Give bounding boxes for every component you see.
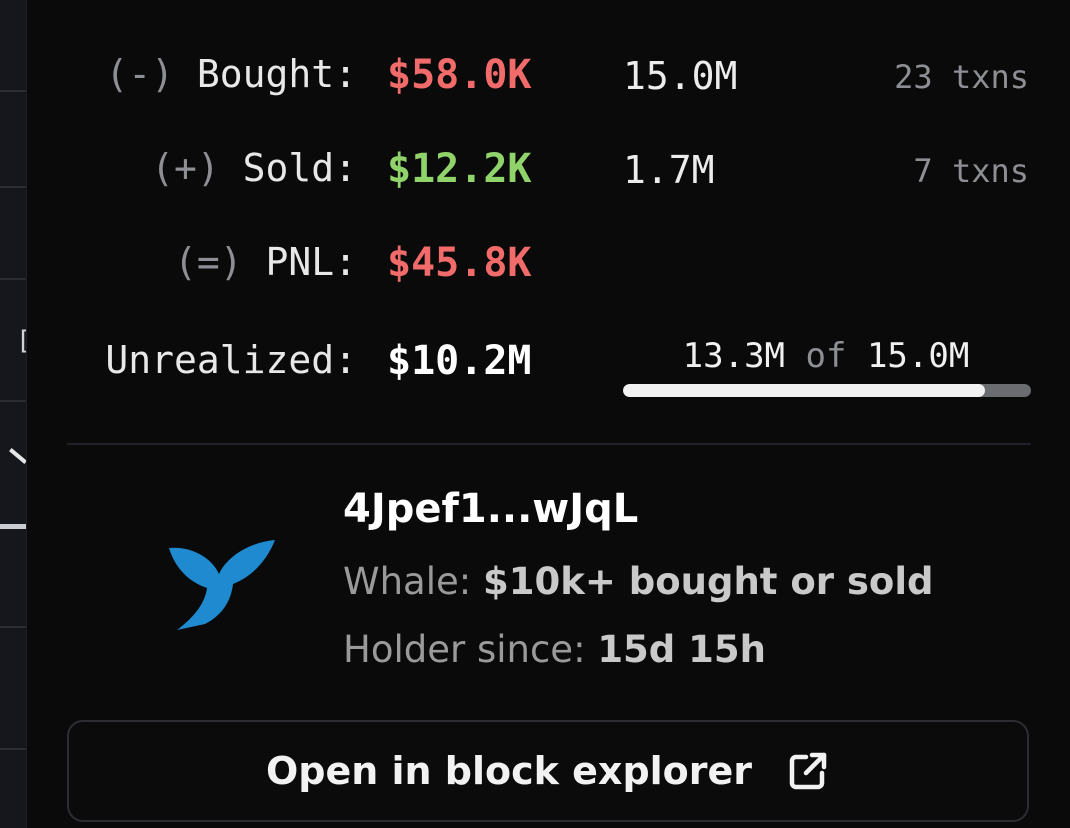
bought-label: (-) Bought: xyxy=(105,52,357,96)
bought-label-box: (-) Bought: xyxy=(27,52,357,112)
background-app-edge: [ xyxy=(0,0,32,828)
unrealized-amount: $10.2M xyxy=(387,338,532,384)
bg-divider xyxy=(0,400,26,402)
holder-since-label: Holder since: xyxy=(343,628,586,671)
holder-since-value: 15d 15h xyxy=(597,628,766,671)
open-block-explorer-label: Open in block explorer xyxy=(265,749,753,793)
pnl-row: (=) PNL: $45.8K xyxy=(27,240,1070,296)
pnl-label-box: (=) PNL: xyxy=(27,240,357,300)
bought-quantity: 15.0M xyxy=(623,54,738,98)
sold-txns: 7 txns xyxy=(913,152,1029,190)
holdings-held: 13.3M xyxy=(682,336,786,376)
sold-row: (+) Sold: $12.2K 1.7M 7 txns xyxy=(27,146,1070,202)
sold-label: (+) Sold: xyxy=(151,146,357,190)
bought-row: (-) Bought: $58.0K 15.0M 23 txns xyxy=(27,52,1070,108)
whale-tail-icon xyxy=(169,540,275,630)
bg-slash xyxy=(9,448,27,464)
pnl-amount: $45.8K xyxy=(387,240,532,286)
pnl-label: (=) PNL: xyxy=(173,240,357,284)
bg-bar xyxy=(0,524,26,529)
bg-divider xyxy=(0,626,26,628)
section-divider xyxy=(67,443,1031,445)
holder-type: Whale: $10k+ bought or sold xyxy=(343,560,934,603)
wallet-address[interactable]: 4Jpef1...wJqL xyxy=(343,486,638,532)
holdings-progress-bar xyxy=(623,384,1031,397)
holdings-total: 15.0M xyxy=(866,336,970,376)
bg-divider xyxy=(0,748,26,750)
sold-quantity: 1.7M xyxy=(623,148,715,192)
holder-type-label: Whale: xyxy=(343,560,472,603)
holdings-of: of xyxy=(805,336,847,376)
holdings-progress-fill xyxy=(623,384,985,397)
unrealized-label: Unrealized: xyxy=(105,338,357,382)
bg-divider xyxy=(0,186,26,188)
open-block-explorer-button[interactable]: Open in block explorer xyxy=(67,720,1029,822)
external-link-icon xyxy=(789,752,827,790)
sold-label-box: (+) Sold: xyxy=(27,146,357,206)
sold-amount: $12.2K xyxy=(387,146,532,192)
holder-popup: (-) Bought: $58.0K 15.0M 23 txns (+) Sol… xyxy=(26,0,1070,828)
holder-type-value: $10k+ bought or sold xyxy=(482,560,934,603)
bg-divider xyxy=(0,90,26,92)
bg-divider xyxy=(0,278,26,280)
bought-txns: 23 txns xyxy=(894,58,1029,96)
bought-amount: $58.0K xyxy=(387,52,532,98)
holdings-text: 13.3M of 15.0M xyxy=(623,336,1029,376)
unrealized-label-box: Unrealized: xyxy=(27,338,357,398)
holder-since: Holder since: 15d 15h xyxy=(343,628,766,671)
